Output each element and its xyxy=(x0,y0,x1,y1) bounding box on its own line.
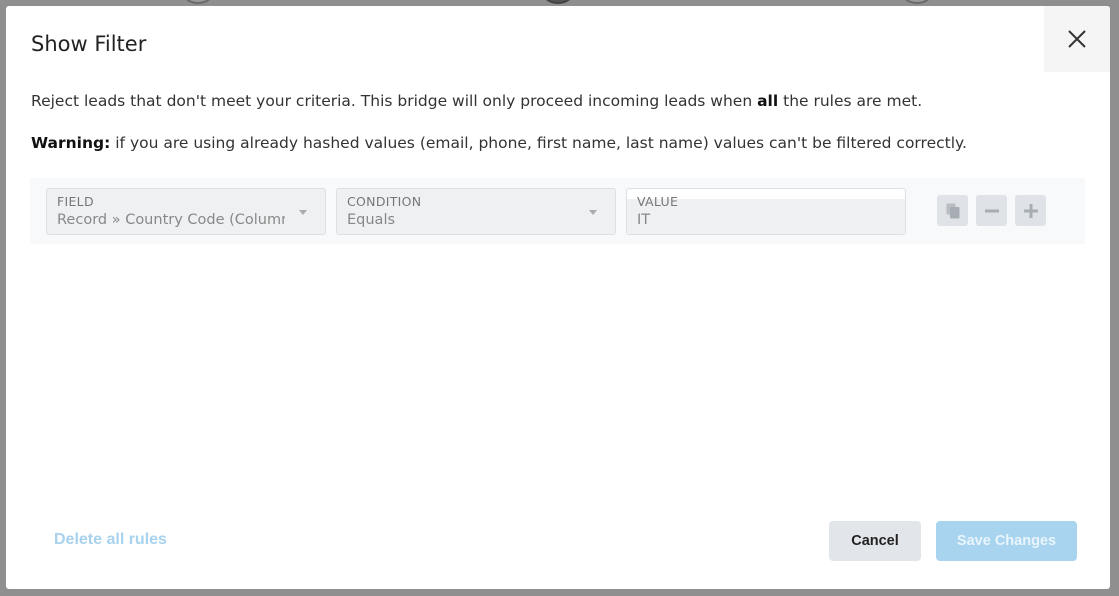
description-emphasis: all xyxy=(757,92,779,110)
copy-rule-button[interactable] xyxy=(937,195,968,226)
save-changes-button[interactable]: Save Changes xyxy=(936,521,1077,561)
value-label: VALUE xyxy=(637,194,679,209)
filter-rule-row: FIELD Record » Country Code (Column # CO… xyxy=(30,178,1085,244)
field-select[interactable]: FIELD Record » Country Code (Column # xyxy=(46,188,326,235)
field-label: FIELD xyxy=(57,194,94,209)
warning-text: if you are using already hashed values (… xyxy=(110,134,967,152)
step-indicator xyxy=(897,0,937,4)
add-rule-button[interactable] xyxy=(1015,195,1046,226)
cancel-button[interactable]: Cancel xyxy=(829,521,921,561)
show-filter-modal: Show Filter Reject leads that don't meet… xyxy=(6,6,1110,589)
chevron-down-icon xyxy=(299,210,307,215)
value-text: IT xyxy=(637,212,651,228)
copy-icon xyxy=(946,203,959,218)
step-indicator-active xyxy=(538,0,578,4)
value-input[interactable]: VALUE IT xyxy=(626,188,906,235)
description-text-end: the rules are met. xyxy=(778,92,923,110)
filter-description: Reject leads that don't meet your criter… xyxy=(31,92,922,110)
field-value: Record » Country Code (Column # xyxy=(57,212,285,228)
warning-label: Warning: xyxy=(31,134,111,152)
modal-title: Show Filter xyxy=(31,32,147,56)
description-text: Reject leads that don't meet your criter… xyxy=(31,92,758,110)
close-button[interactable] xyxy=(1044,6,1110,72)
remove-rule-button[interactable] xyxy=(976,195,1007,226)
condition-select[interactable]: CONDITION Equals xyxy=(336,188,616,235)
plus-icon xyxy=(1023,203,1038,218)
step-indicator xyxy=(178,0,218,4)
chevron-down-icon xyxy=(589,210,597,215)
delete-all-rules-link[interactable]: Delete all rules xyxy=(54,531,167,549)
minus-icon xyxy=(984,209,999,212)
warning-message: Warning: if you are using already hashed… xyxy=(31,134,967,152)
condition-label: CONDITION xyxy=(347,194,422,209)
close-icon xyxy=(1068,30,1086,48)
condition-value: Equals xyxy=(347,212,396,228)
